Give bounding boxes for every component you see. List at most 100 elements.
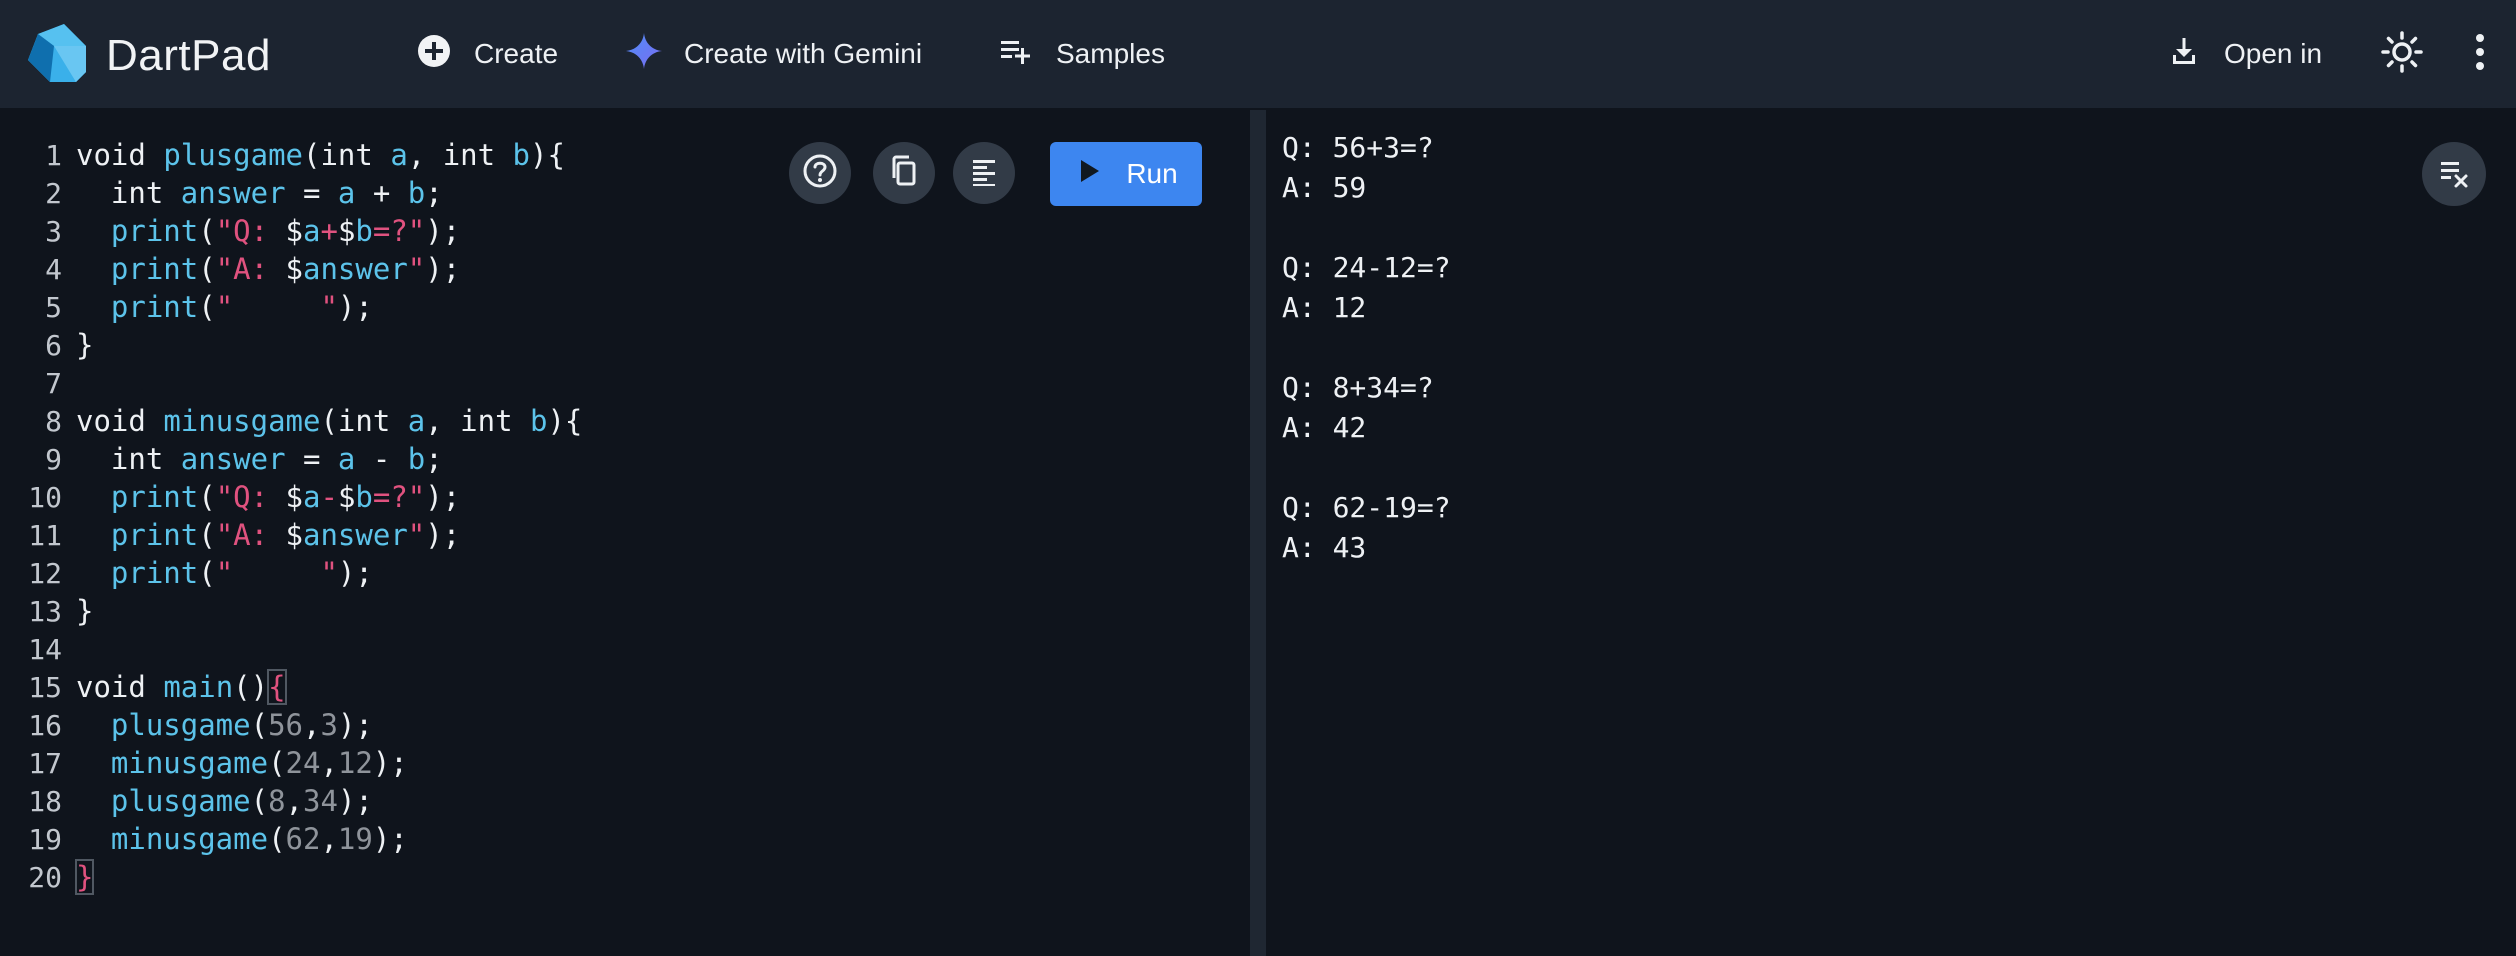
- code-line[interactable]: 18 plusgame(8,34);: [0, 782, 1250, 820]
- code-line[interactable]: 5 print(" ");: [0, 288, 1250, 326]
- code-token: , int: [425, 404, 530, 438]
- code-line[interactable]: 7: [0, 364, 1250, 402]
- line-number: 11: [28, 518, 62, 552]
- create-button[interactable]: Create: [416, 26, 558, 82]
- line-content: print("A: $answer");: [62, 518, 460, 552]
- code-token: (: [198, 480, 216, 514]
- code-line[interactable]: 3 print("Q: $a+$b=?");: [0, 212, 1250, 250]
- help-icon: [802, 153, 838, 194]
- line-content: }: [62, 859, 95, 895]
- code-token: "A:: [215, 252, 286, 286]
- code-token: ,: [320, 746, 338, 780]
- line-number: 8: [45, 404, 62, 438]
- code-token: ,: [320, 822, 338, 856]
- code-token: " ": [215, 290, 338, 324]
- code-line[interactable]: 15 void main(){: [0, 668, 1250, 706]
- line-number: 3: [45, 214, 62, 248]
- code-line[interactable]: 14: [0, 630, 1250, 668]
- code-token: $: [337, 214, 356, 248]
- copy-code-button[interactable]: [873, 142, 935, 204]
- line-number: 14: [28, 632, 62, 666]
- help-button[interactable]: [789, 142, 851, 204]
- open-in-button[interactable]: Open in: [2166, 26, 2322, 82]
- code-token: "A:: [215, 518, 286, 552]
- line-content: minusgame(62,19);: [62, 822, 408, 856]
- code-token: plusgame: [110, 708, 251, 742]
- console-panel: Q: 56+3=? A: 59 Q: 24-12=? A: 12 Q: 8+34=? A:…: [1266, 110, 2516, 956]
- code-token: minusgame: [163, 404, 321, 438]
- clear-console-button[interactable]: [2422, 142, 2486, 206]
- line-number: 13: [28, 594, 62, 628]
- dart-logo-icon: [24, 20, 90, 91]
- code-line[interactable]: 16 plusgame(56,3);: [0, 706, 1250, 744]
- open-in-label: Open in: [2224, 38, 2323, 69]
- code-line[interactable]: 8 void minusgame(int a, int b){: [0, 402, 1250, 440]
- code-token: 34: [303, 784, 338, 818]
- format-code-button[interactable]: [953, 142, 1015, 204]
- code-line[interactable]: 12 print(" ");: [0, 554, 1250, 592]
- code-token: ": [407, 252, 426, 286]
- code-token: );: [372, 822, 408, 856]
- run-button[interactable]: Run: [1050, 142, 1202, 206]
- play-icon: [1074, 156, 1126, 193]
- code-token: " ": [215, 556, 338, 590]
- line-content: plusgame(8,34);: [62, 784, 373, 818]
- split-divider[interactable]: [1250, 110, 1266, 956]
- code-token: (: [250, 784, 269, 818]
- line-number: 2: [45, 176, 62, 210]
- code-token: (): [233, 670, 269, 704]
- line-number: 10: [28, 480, 62, 514]
- code-line[interactable]: 20}: [0, 858, 1250, 896]
- code-token: plusgame: [110, 784, 251, 818]
- console-line: Q: 8+34=?: [1282, 371, 1434, 404]
- code-token: $: [285, 252, 304, 286]
- code-line[interactable]: 9 int answer = a - b;: [0, 440, 1250, 478]
- code-token: answer: [303, 518, 408, 552]
- brand[interactable]: DartPad: [24, 20, 271, 91]
- code-token: a: [303, 214, 321, 248]
- code-token: );: [337, 290, 373, 324]
- code-line[interactable]: 4 print("A: $answer");: [0, 250, 1250, 288]
- theme-toggle-button[interactable]: [2374, 26, 2430, 82]
- more-options-button[interactable]: [2452, 26, 2508, 82]
- code-token: );: [425, 252, 461, 286]
- code-token: );: [425, 214, 461, 248]
- code-token: b: [407, 442, 426, 476]
- app-header: DartPad Create Create with Gemini Sample…: [0, 0, 2516, 108]
- code-token: (: [268, 746, 286, 780]
- code-token: a: [303, 480, 321, 514]
- line-content: void main(){: [62, 669, 287, 705]
- code-token: );: [425, 518, 461, 552]
- code-line[interactable]: 6}: [0, 326, 1250, 364]
- code-line[interactable]: 11 print("A: $answer");: [0, 516, 1250, 554]
- code-lines[interactable]: 1 void plusgame(int a, int b){2 int answe…: [0, 136, 1250, 896]
- code-token: ;: [425, 176, 443, 210]
- code-token: answer: [180, 442, 286, 476]
- code-line[interactable]: 17 minusgame(24,12);: [0, 744, 1250, 782]
- samples-button[interactable]: Samples: [998, 26, 1165, 82]
- console-line: A: 59: [1282, 171, 1367, 204]
- code-editor[interactable]: 1 void plusgame(int a, int b){2 int answe…: [0, 110, 1250, 956]
- code-token: (: [198, 214, 216, 248]
- code-token: }: [74, 859, 95, 895]
- line-content: print("Q: $a+$b=?");: [62, 214, 460, 248]
- code-token: (: [198, 556, 216, 590]
- create-label: Create: [474, 38, 559, 69]
- line-number: 4: [45, 252, 62, 286]
- line-content: }: [62, 328, 93, 362]
- create-with-gemini-button[interactable]: Create with Gemini: [626, 26, 922, 82]
- code-line[interactable]: 10 print("Q: $a-$b=?");: [0, 478, 1250, 516]
- code-token: ){: [547, 404, 583, 438]
- console-line: Q: 56+3=?: [1282, 131, 1434, 164]
- code-line[interactable]: 19 minusgame(62,19);: [0, 820, 1250, 858]
- code-line[interactable]: 13}: [0, 592, 1250, 630]
